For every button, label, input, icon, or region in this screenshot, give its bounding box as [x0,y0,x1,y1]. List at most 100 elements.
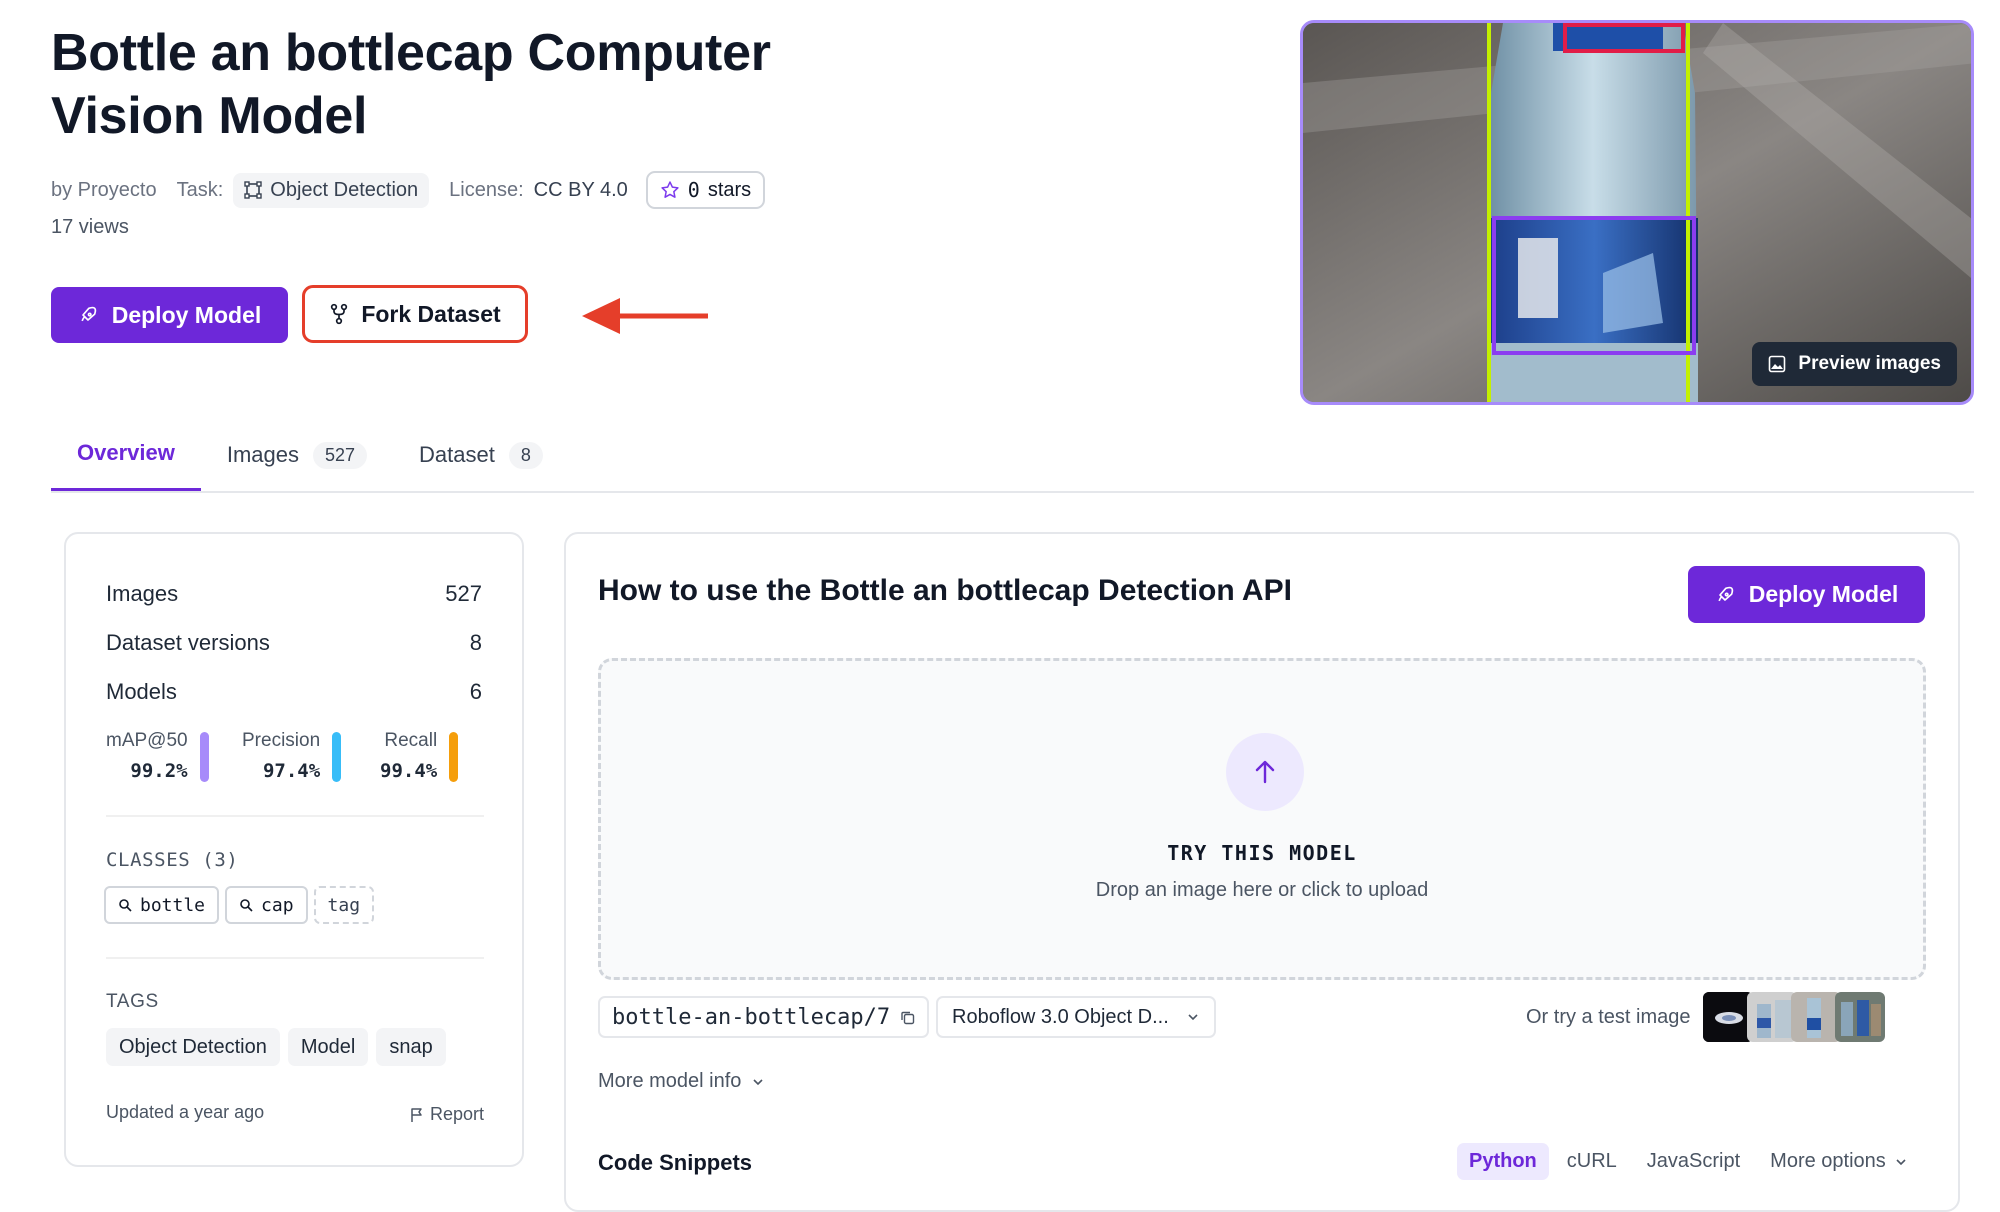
metric-precision: Precision 97.4% [242,730,342,782]
more-options-label: More options [1770,1150,1886,1172]
model-version-select[interactable]: Roboflow 3.0 Object D... [936,996,1216,1038]
try-model-label: TRY THIS MODEL [1167,841,1357,865]
task-label: Task: [176,178,224,201]
metric-recall: Recall 99.4% [380,730,459,782]
class-chip-bottle[interactable]: bottle [104,886,220,924]
code-tab-more-options[interactable]: More options [1758,1143,1920,1180]
upload-button[interactable] [1226,733,1304,811]
arrow-annotation-icon [582,298,708,334]
tab-images[interactable]: Images 527 [201,431,393,479]
divider [106,815,484,817]
image-dropzone[interactable]: TRY THIS MODEL Drop an image here or cli… [598,658,1926,980]
test-image-thumb[interactable] [1747,992,1797,1042]
class-label: cap [261,894,294,916]
model-select-value: Roboflow 3.0 Object D... [952,1005,1169,1028]
stat-images: Images 527 [106,581,482,607]
star-icon [661,181,679,198]
deploy-model-button[interactable]: Deploy Model [1688,566,1925,623]
report-link[interactable]: Report [410,1104,484,1125]
flag-icon [411,1107,422,1122]
code-tab-curl[interactable]: cURL [1555,1143,1629,1180]
stat-models: Models 6 [106,679,482,705]
task-value: Object Detection [270,178,419,201]
bounding-box-icon [244,181,262,199]
test-image-thumb[interactable] [1835,992,1885,1042]
code-tab-javascript[interactable]: JavaScript [1635,1143,1752,1180]
views-count: 17 views [51,216,129,238]
report-label: Report [429,1104,484,1124]
stars-label: stars [707,178,752,201]
tab-label: Dataset [419,442,495,467]
deploy-model-button[interactable]: Deploy Model [51,287,288,343]
metric-label: mAP@50 [106,730,188,751]
test-image-3 [1791,992,1841,1042]
tab-label: Images [226,442,299,467]
preview-image[interactable]: Preview images [1300,20,1974,405]
api-title: How to use the Bottle an bottlecap Detec… [598,574,1292,607]
copy-icon [901,1011,915,1024]
tab-label: Overview [77,440,175,465]
test-image-thumb[interactable] [1791,992,1841,1042]
test-image-4 [1835,992,1885,1042]
tab-overview[interactable]: Overview [51,431,201,491]
fork-dataset-button[interactable]: Fork Dataset [302,285,528,343]
stat-label: Images [106,581,179,606]
tab-count: 527 [313,441,368,469]
tag-list: Object Detection Model snap [106,1028,446,1066]
test-image-2 [1747,992,1797,1042]
deploy-model-label: Deploy Model [111,301,262,328]
metric-bar [199,732,209,782]
metric-label: Precision [242,730,321,751]
preview-images-label: Preview images [1798,353,1941,374]
rocket-icon [1718,586,1733,601]
task-chip: Object Detection [233,172,430,208]
deploy-model-label: Deploy Model [1748,581,1899,607]
model-id: bottle-an-bottlecap/7 [612,1004,891,1030]
image-icon [1769,355,1786,373]
class-chip-tag[interactable]: tag [313,886,375,924]
license-label: License: [449,178,524,201]
stat-dataset-versions: Dataset versions 8 [106,630,482,656]
metric-value: 99.2% [130,760,188,782]
class-label: bottle [140,894,206,916]
code-tab-python[interactable]: Python [1457,1143,1549,1180]
arrow-up-icon [1255,760,1275,784]
search-icon [240,899,253,912]
more-info-label: More model info [598,1070,742,1092]
chevron-down-icon [753,1078,763,1085]
metric-bar [449,732,459,782]
metric-label: Recall [384,730,438,751]
metric-map50: mAP@50 99.2% [106,730,209,782]
preview-images-button[interactable]: Preview images [1752,342,1957,386]
test-image-thumb[interactable] [1703,992,1753,1042]
stars-button[interactable]: 0 stars [645,171,766,209]
author[interactable]: by Proyecto [51,179,157,202]
tag-chip[interactable]: Model [287,1028,369,1066]
code-snippets-title: Code Snippets [598,1150,753,1175]
model-meta: by Proyecto Task: Object Detection Licen… [51,170,766,210]
stats-card: Images 527 Dataset versions 8 Models 6 m… [64,532,524,1167]
tag-chip[interactable]: snap [376,1028,446,1066]
tab-dataset[interactable]: Dataset 8 [393,431,569,479]
class-chip-cap[interactable]: cap [225,886,308,924]
tab-bar: Overview Images 527 Dataset 8 [51,431,569,493]
fork-icon [331,303,348,325]
model-id-copy[interactable]: bottle-an-bottlecap/7 [598,996,930,1038]
test-image-label: Or try a test image [1526,1006,1691,1028]
stat-label: Models [106,679,177,704]
stat-value: 6 [469,679,482,704]
license-value: CC BY 4.0 [533,178,628,201]
rocket-icon [81,306,96,322]
page-title: Bottle an bottlecap Computer Vision Mode… [51,24,771,145]
divider [106,957,484,959]
drop-instructions: Drop an image here or click to upload [1095,879,1429,901]
tag-chip[interactable]: Object Detection [106,1028,280,1066]
chevron-down-icon [1188,1014,1198,1021]
code-language-tabs: Python cURL JavaScript More options [1457,1143,1920,1180]
fork-dataset-label: Fork Dataset [361,300,501,327]
stat-value: 527 [445,581,482,606]
test-image-1 [1703,992,1753,1042]
class-list: bottle cap tag [104,886,375,924]
updated-text: Updated a year ago [106,1102,265,1122]
more-model-info-toggle[interactable]: More model info [598,1070,765,1093]
